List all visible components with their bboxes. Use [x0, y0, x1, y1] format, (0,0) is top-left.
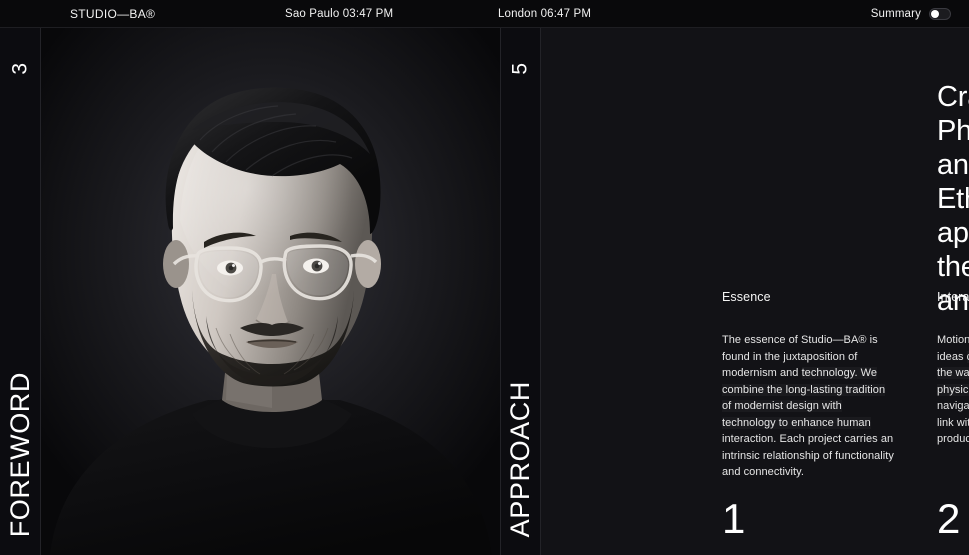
clock-london: London 06:47 PM	[498, 8, 592, 20]
approach-content-panel: Crafting Digital Physical Spaces and a D…	[540, 28, 969, 555]
column-essence-heading: Essence	[722, 290, 771, 304]
rail-title-approach: APPROACH	[501, 381, 540, 537]
clock-sao-paulo: Sao Paulo 03:47 PM	[285, 8, 394, 20]
approach-columns: Essence The essence of Studio—BA® is fou…	[540, 28, 969, 555]
column-essence: Essence The essence of Studio—BA® is fou…	[722, 290, 912, 540]
column-essence-number: 1	[722, 495, 746, 542]
rail-title-foreword-text: FOREWORD	[4, 371, 35, 537]
divider-mid	[500, 28, 501, 555]
column-interaction: Interaction Motion and interaction are h…	[937, 290, 969, 540]
column-essence-body: The essence of Studio—BA® is found in th…	[722, 332, 894, 481]
column-interaction-body-lead: Motion and interaction are how ideas	[937, 334, 969, 363]
column-interaction-number: 2	[937, 495, 961, 542]
column-essence-body-tail: interaction. Each project carries an int…	[722, 433, 894, 478]
studio-logo[interactable]: STUDIO—BA®	[70, 0, 155, 28]
divider-right	[540, 28, 541, 555]
app-root: STUDIO—BA® Sao Paulo 03:47 PM London 06:…	[0, 0, 969, 555]
portrait-panel	[40, 28, 500, 555]
rail-title-foreword: FOREWORD	[0, 372, 40, 537]
summary-toggle-switch[interactable]	[929, 8, 951, 20]
column-interaction-body: Motion and interaction are how ideas can…	[937, 332, 969, 448]
column-interaction-heading: Interaction	[937, 290, 969, 304]
summary-label: Summary	[870, 8, 921, 20]
rail-number-approach: 5	[501, 58, 540, 79]
rail-number-approach-text: 5	[509, 62, 532, 75]
top-bar: STUDIO—BA® Sao Paulo 03:47 PM London 06:…	[0, 0, 969, 28]
summary-toggle-group[interactable]: Summary	[871, 0, 951, 28]
sidebar-rail-foreword[interactable]: 3 FOREWORD	[0, 28, 40, 555]
rail-number-foreword: 3	[0, 58, 40, 79]
sidebar-rail-approach[interactable]: 5 APPROACH	[500, 28, 540, 555]
divider-left	[40, 28, 41, 555]
portrait-image	[40, 28, 500, 555]
rail-title-approach-text: APPROACH	[505, 380, 535, 537]
rail-number-foreword-text: 3	[8, 62, 32, 75]
toggle-knob-icon	[931, 10, 939, 18]
column-interaction-body-tail: navigating gesture and rhythm to link wi…	[937, 400, 969, 445]
